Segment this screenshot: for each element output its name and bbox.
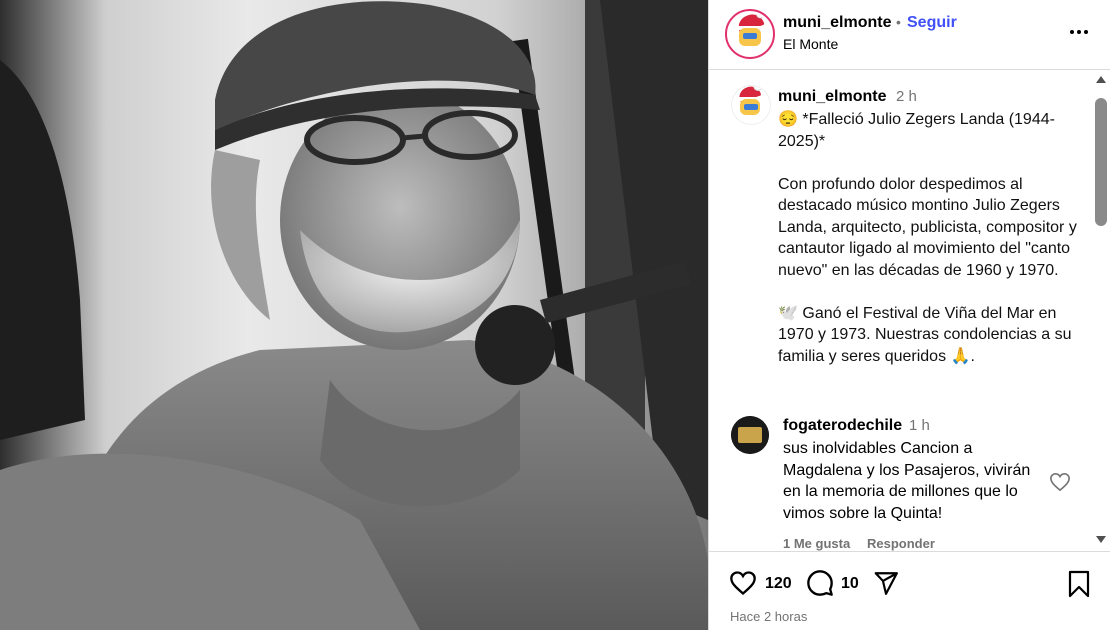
likes-count[interactable]: 120 <box>765 575 792 593</box>
like-heart-icon[interactable] <box>729 570 757 596</box>
share-paper-plane-icon[interactable] <box>873 570 899 596</box>
caption-text: 😔 *Falleció Julio Zegers Landa (1944-202… <box>778 111 1077 365</box>
post-timestamp[interactable]: Hace 2 horas <box>730 609 807 624</box>
caption-avatar[interactable] <box>731 85 771 125</box>
comment-like-heart-icon[interactable] <box>1049 472 1071 492</box>
scrollbar[interactable] <box>1094 74 1108 550</box>
caption-username[interactable]: muni_elmonte <box>778 88 886 106</box>
post-actions-bar: 120 10 Hace 2 horas <box>709 551 1110 630</box>
scroll-down-arrow-icon[interactable] <box>1096 536 1106 543</box>
header-location[interactable]: El Monte <box>783 36 838 52</box>
comment-likes-link[interactable]: 1 Me gusta <box>783 536 850 551</box>
scrollbar-thumb[interactable] <box>1095 98 1107 226</box>
header-dot-separator: • <box>896 14 901 30</box>
header-username[interactable]: muni_elmonte <box>783 14 891 32</box>
account-avatar[interactable] <box>725 9 775 59</box>
comment-username[interactable]: fogaterodechile <box>783 417 902 435</box>
comment-avatar[interactable] <box>731 416 769 454</box>
post-photo[interactable] <box>0 0 708 630</box>
comment-time[interactable]: 1 h <box>909 417 930 434</box>
caption-time[interactable]: 2 h <box>896 88 917 105</box>
save-bookmark-icon[interactable] <box>1067 570 1091 598</box>
post-header: muni_elmonte • Seguir El Monte <box>709 0 1110 70</box>
more-options-icon[interactable] <box>1067 20 1091 44</box>
comment-reply-button[interactable]: Responder <box>867 536 935 551</box>
santa-logo-icon <box>729 13 771 55</box>
comment-bubble-icon[interactable] <box>806 569 834 597</box>
post-image-grayscale-portrait <box>0 0 708 630</box>
follow-button[interactable]: Seguir <box>907 14 957 32</box>
comments-count[interactable]: 10 <box>841 575 859 593</box>
comment-text: sus inolvidables Cancion a Magdalena y l… <box>783 440 1031 522</box>
scroll-up-arrow-icon[interactable] <box>1096 76 1106 83</box>
bottle-label-icon <box>731 416 769 454</box>
comments-scroll-area[interactable]: muni_elmonte 2 h 😔 *Falleció Julio Zeger… <box>709 71 1110 551</box>
post-side-panel: muni_elmonte • Seguir El Monte muni_elmo… <box>708 0 1110 630</box>
santa-logo-icon <box>732 86 770 124</box>
